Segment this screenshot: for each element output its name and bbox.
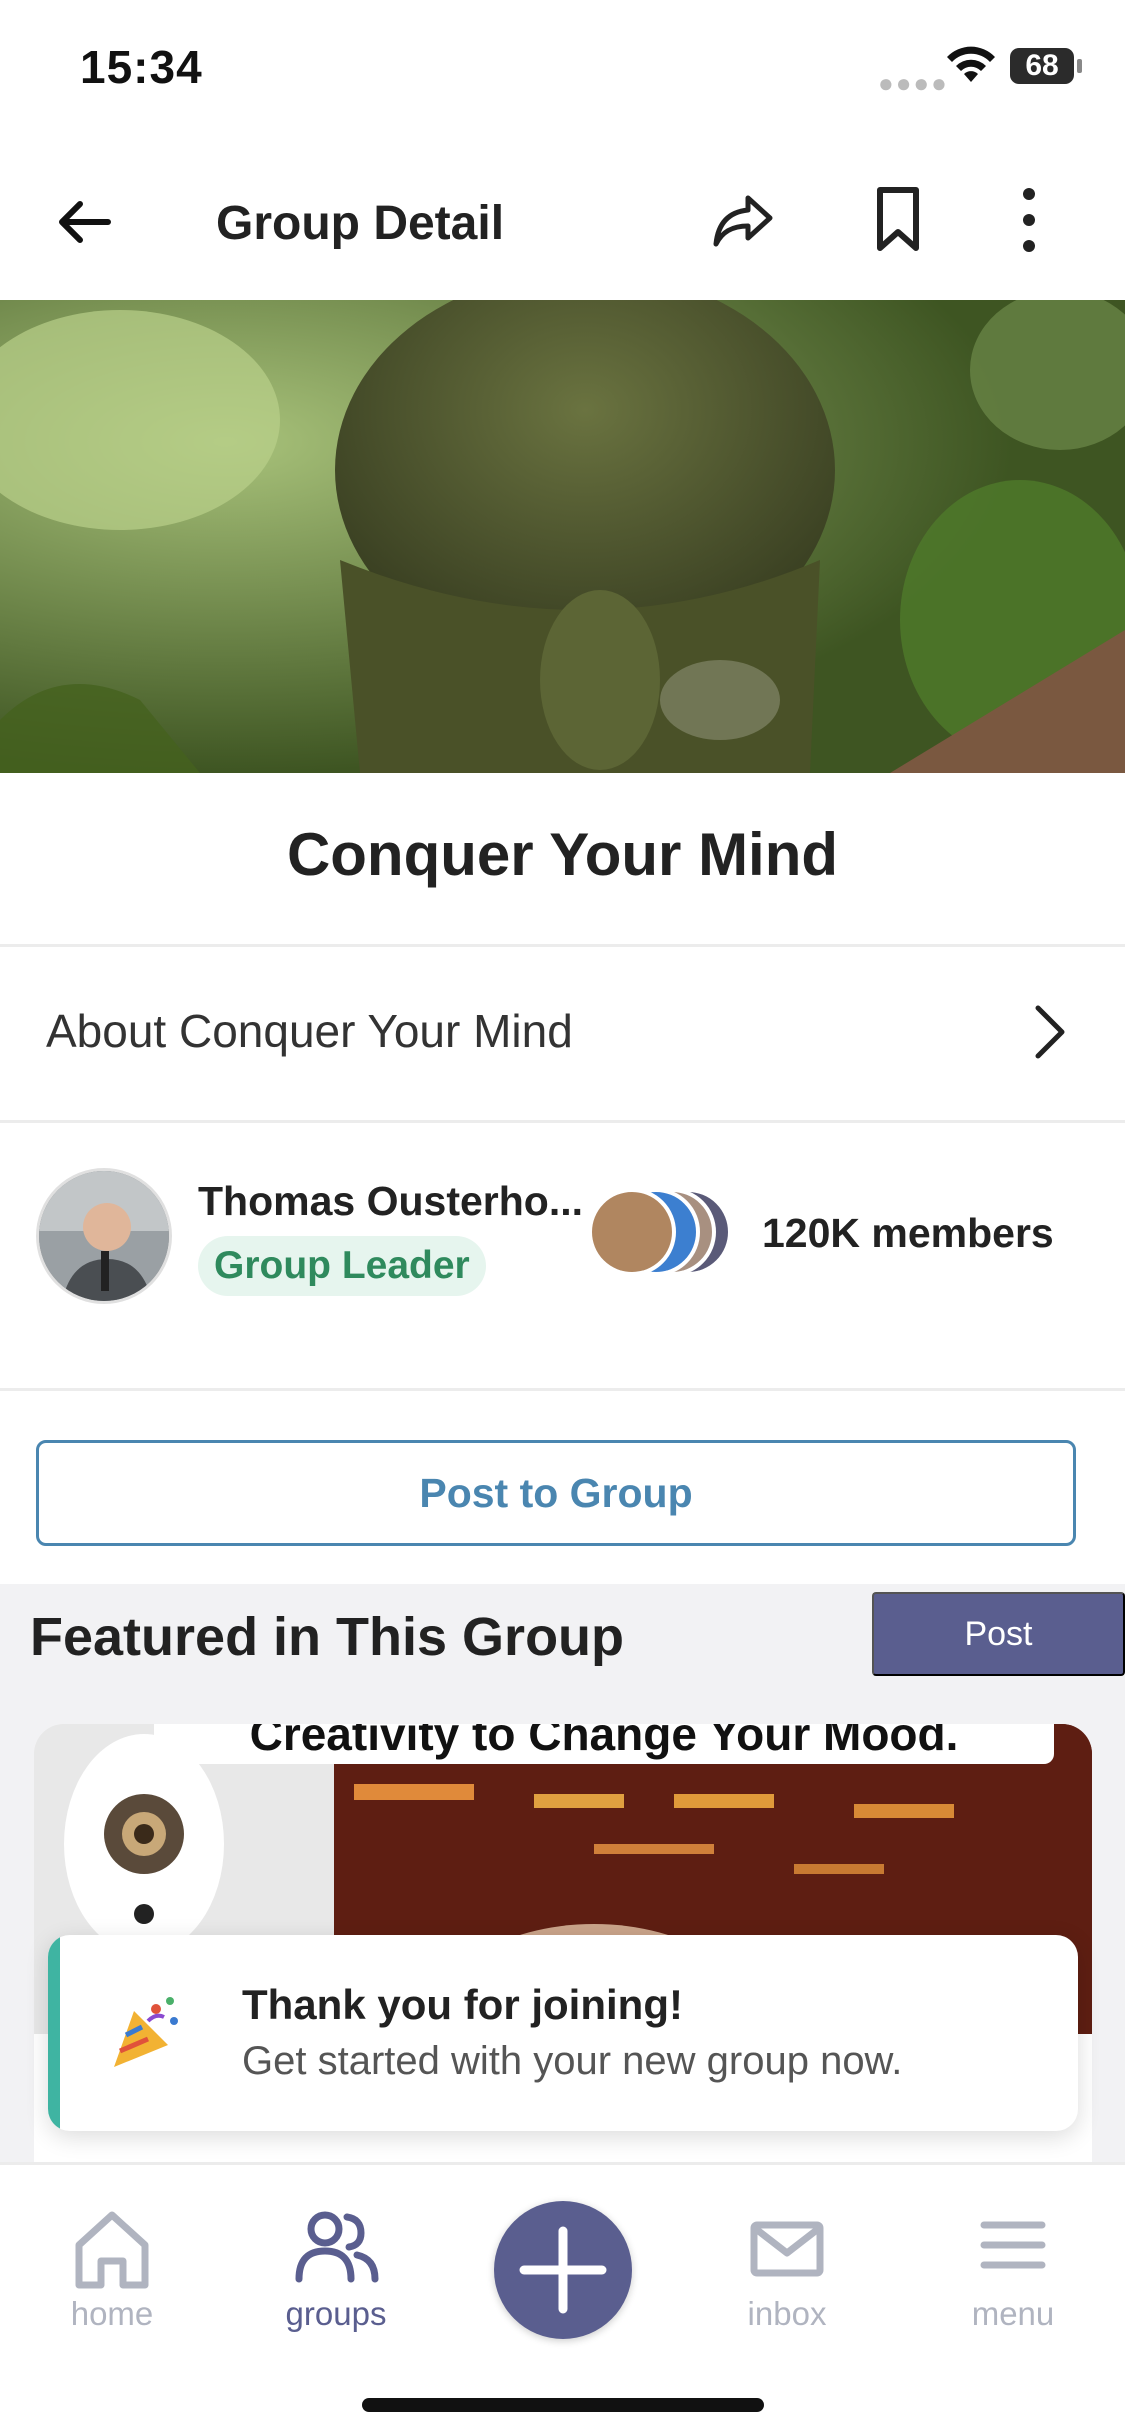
featured-title: Featured in This Group (30, 1607, 625, 1667)
nav-inbox-label: inbox (747, 2295, 827, 2332)
wifi-icon (947, 46, 995, 82)
battery-indicator: 68 (1010, 48, 1074, 84)
back-arrow-icon[interactable] (52, 190, 116, 254)
member-avatars[interactable] (588, 1188, 738, 1278)
hamburger-icon (980, 2221, 1046, 2269)
group-leader-badge: Group Leader (198, 1236, 486, 1296)
member-count[interactable]: 120K members (762, 1210, 1054, 1257)
status-bar: 15:34 ●●●● 68 (0, 0, 1125, 140)
chevron-right-icon (1035, 1005, 1065, 1059)
home-indicator (362, 2398, 764, 2412)
about-group-row[interactable]: About Conquer Your Mind (0, 948, 1125, 1120)
plus-icon (519, 2226, 607, 2314)
envelope-icon (750, 2221, 824, 2277)
nav-inbox[interactable]: inbox (707, 2205, 867, 2333)
member-avatar (588, 1188, 676, 1276)
divider (0, 944, 1125, 947)
signal-icon: ●●●● (878, 68, 949, 98)
battery-cap (1077, 59, 1082, 73)
groups-icon (295, 2211, 379, 2283)
toast-title: Thank you for joining! (242, 1981, 683, 2028)
create-button[interactable] (494, 2201, 632, 2339)
join-toast[interactable]: Thank you for joining! Get started with … (48, 1935, 1078, 2131)
post-to-group-button[interactable]: Post to Group (36, 1440, 1076, 1546)
group-name: Conquer Your Mind (286, 821, 839, 888)
post-button[interactable]: Post (872, 1592, 1125, 1676)
home-icon (75, 2211, 149, 2289)
page-title: Group Detail (216, 197, 505, 250)
toast-accent-bar (48, 1935, 60, 2131)
bottom-navigation: home groups inbox menu (0, 2162, 1125, 2436)
leader-name[interactable]: Thomas Ousterho... (198, 1178, 583, 1225)
group-cover-image (0, 300, 1125, 773)
more-options-icon[interactable] (1004, 182, 1054, 258)
nav-groups[interactable]: groups (256, 2205, 416, 2333)
nav-home[interactable]: home (32, 2205, 192, 2333)
top-app-bar: Group Detail (0, 160, 1125, 300)
about-group-label: About Conquer Your Mind (46, 1005, 573, 1057)
nav-menu[interactable]: menu (933, 2205, 1093, 2333)
featured-post-caption: Creativity to Change Your Mood. (154, 1724, 1054, 1764)
toast-message: Get started with your new group now. (242, 2039, 903, 2083)
share-icon[interactable] (708, 186, 778, 256)
nav-home-label: home (70, 2295, 154, 2332)
nav-groups-label: groups (285, 2295, 387, 2332)
leader-avatar[interactable] (36, 1168, 172, 1304)
group-leader-row: Thomas Ousterho... Group Leader 120K mem… (0, 1122, 1125, 1388)
bookmark-icon[interactable] (868, 184, 928, 254)
party-popper-icon (114, 1997, 178, 2067)
status-time: 15:34 (80, 41, 203, 93)
nav-menu-label: menu (971, 2295, 1055, 2332)
divider (0, 1388, 1125, 1391)
